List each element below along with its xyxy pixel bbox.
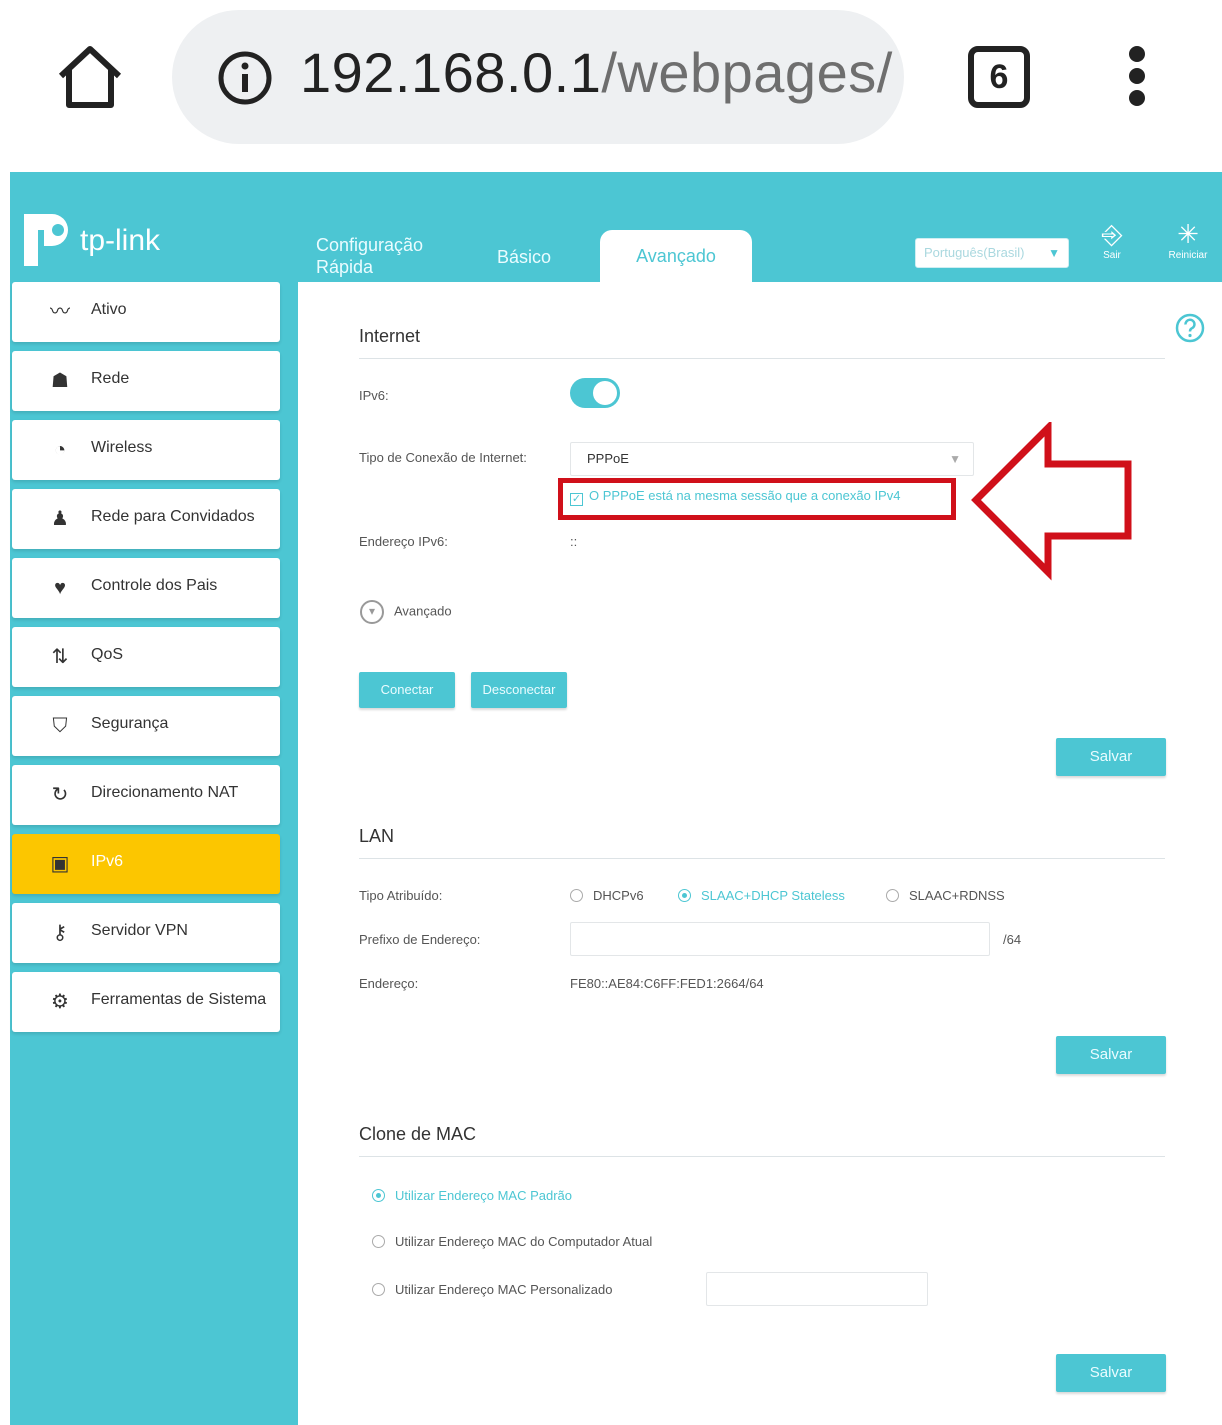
sidebar-item-vpn-server[interactable]: ⚷ Servidor VPN xyxy=(12,903,280,963)
sidebar-item-guest-network[interactable]: ♟ Rede para Convidados xyxy=(12,489,280,549)
tab-basic[interactable]: Básico xyxy=(484,246,564,268)
logout-button[interactable]: ⎆ Sair xyxy=(1082,220,1142,261)
sidebar: 〰 Ativo ☗ Rede ◔ Wireless ♟ Rede para Co… xyxy=(12,282,280,1041)
sidebar-item-ipv6[interactable]: ▣ IPv6 xyxy=(12,834,280,894)
tab-advanced[interactable]: Avançado xyxy=(600,230,752,282)
tp-link-logo: tp-link xyxy=(14,202,194,272)
radio-custom-mac[interactable]: Utilizar Endereço MAC Personalizado xyxy=(372,1282,612,1297)
sidebar-item-parental-controls[interactable]: ♥ Controle dos Pais xyxy=(12,558,280,618)
sidebar-item-nat-forwarding[interactable]: ↻ Direcionamento NAT xyxy=(12,765,280,825)
tab-switcher-button[interactable]: 6 xyxy=(968,46,1030,108)
chevron-down-icon: ▾ xyxy=(360,600,384,624)
sidebar-item-system-tools[interactable]: ⚙ Ferramentas de Sistema xyxy=(12,972,280,1032)
reboot-icon: ✳ xyxy=(1177,219,1199,249)
home-icon[interactable] xyxy=(55,42,125,112)
router-admin-app: tp-link Configuração Rápida Básico Avanç… xyxy=(10,172,1222,1425)
wifi-icon: ◔ xyxy=(53,439,67,461)
radio-default-mac[interactable]: Utilizar Endereço MAC Padrão xyxy=(372,1188,572,1203)
save-mac-button[interactable]: Salvar xyxy=(1056,1354,1166,1392)
ipv6-icon: ▣ xyxy=(50,853,70,875)
guests-icon: ♟ xyxy=(51,508,69,530)
radio-current-computer-mac[interactable]: Utilizar Endereço MAC do Computador Atua… xyxy=(372,1234,652,1249)
lan-address-value: FE80::AE84:C6FF:FED1:2664/64 xyxy=(570,976,764,991)
network-icon: ☗ xyxy=(51,370,69,392)
lan-section-title: LAN xyxy=(359,826,395,846)
disconnect-button[interactable]: Desconectar xyxy=(471,672,567,708)
section-divider xyxy=(359,358,1165,359)
internet-section-title: Internet xyxy=(359,326,421,346)
connect-button[interactable]: Conectar xyxy=(359,672,455,708)
connection-type-select[interactable]: PPPoE ▼ xyxy=(570,442,974,476)
browser-toolbar: 192.168.0.1/webpages/ 6 xyxy=(0,0,1222,160)
radio-slaac-dhcp[interactable]: SLAAC+DHCP Stateless xyxy=(678,888,845,903)
more-menu-icon[interactable] xyxy=(1122,46,1152,108)
prefix-label: Prefixo de Endereço: xyxy=(359,932,481,947)
key-icon: ⚷ xyxy=(52,922,68,944)
address-bar[interactable]: 192.168.0.1/webpages/ xyxy=(172,10,904,144)
sidebar-item-status[interactable]: 〰 Ativo xyxy=(12,282,280,342)
caret-down-icon: ▼ xyxy=(949,452,961,466)
ipv6-address-value: :: xyxy=(570,534,578,549)
section-divider xyxy=(359,1156,1165,1157)
mac-clone-section-title: Clone de MAC xyxy=(359,1124,477,1144)
ipv6-address-label: Endereço IPv6: xyxy=(359,534,448,549)
url-text: 192.168.0.1/webpages/ xyxy=(300,41,893,104)
save-internet-button[interactable]: Salvar xyxy=(1056,738,1166,776)
shield-icon: ⛉ xyxy=(52,715,68,737)
heart-icon: ♥ xyxy=(54,577,66,599)
lan-address-label: Endereço: xyxy=(359,976,419,991)
radio-slaac-rdnss[interactable]: SLAAC+RDNSS xyxy=(886,888,1005,903)
help-icon[interactable] xyxy=(1174,312,1206,344)
advanced-expander[interactable]: ▾ Avançado xyxy=(360,600,452,624)
info-icon[interactable] xyxy=(217,50,273,106)
sidebar-item-qos[interactable]: ⇅ QoS xyxy=(12,627,280,687)
arrows-icon: ⇅ xyxy=(51,646,69,668)
ipv6-label: IPv6: xyxy=(359,388,389,403)
sidebar-item-wireless[interactable]: ◔ Wireless xyxy=(12,420,280,480)
arrow-left-icon xyxy=(971,422,1132,581)
reboot-button[interactable]: ✳ Reiniciar xyxy=(1158,220,1218,261)
highlight-box xyxy=(558,478,956,520)
sidebar-item-network[interactable]: ☗ Rede xyxy=(12,351,280,411)
tab-quick-setup[interactable]: Configuração Rápida xyxy=(316,234,436,278)
toggle-knob xyxy=(593,381,617,405)
gear-icon: ⚙ xyxy=(51,991,69,1013)
save-lan-button[interactable]: Salvar xyxy=(1056,1036,1166,1074)
connection-type-label: Tipo de Conexão de Internet: xyxy=(359,450,527,465)
language-select[interactable]: Português(Brasil) ▼ xyxy=(915,238,1069,268)
prefix-suffix: /64 xyxy=(1003,932,1022,947)
sidebar-item-security[interactable]: ⛉ Segurança xyxy=(12,696,280,756)
ipv6-toggle[interactable] xyxy=(570,378,620,408)
assign-type-label: Tipo Atribuído: xyxy=(359,888,443,903)
chevron-down-icon: ▼ xyxy=(1048,246,1060,260)
pulse-icon: 〰 xyxy=(50,301,70,323)
refresh-icon: ↻ xyxy=(51,784,69,806)
prefix-input[interactable] xyxy=(570,922,990,956)
logo-mark-icon xyxy=(24,214,68,266)
content-panel: Internet IPv6: Tipo de Conexão de Intern… xyxy=(298,282,1222,1425)
logout-icon: ⎆ xyxy=(1101,219,1123,249)
custom-mac-input[interactable] xyxy=(706,1272,928,1306)
radio-dhcpv6[interactable]: DHCPv6 xyxy=(570,888,644,903)
section-divider xyxy=(359,858,1165,859)
